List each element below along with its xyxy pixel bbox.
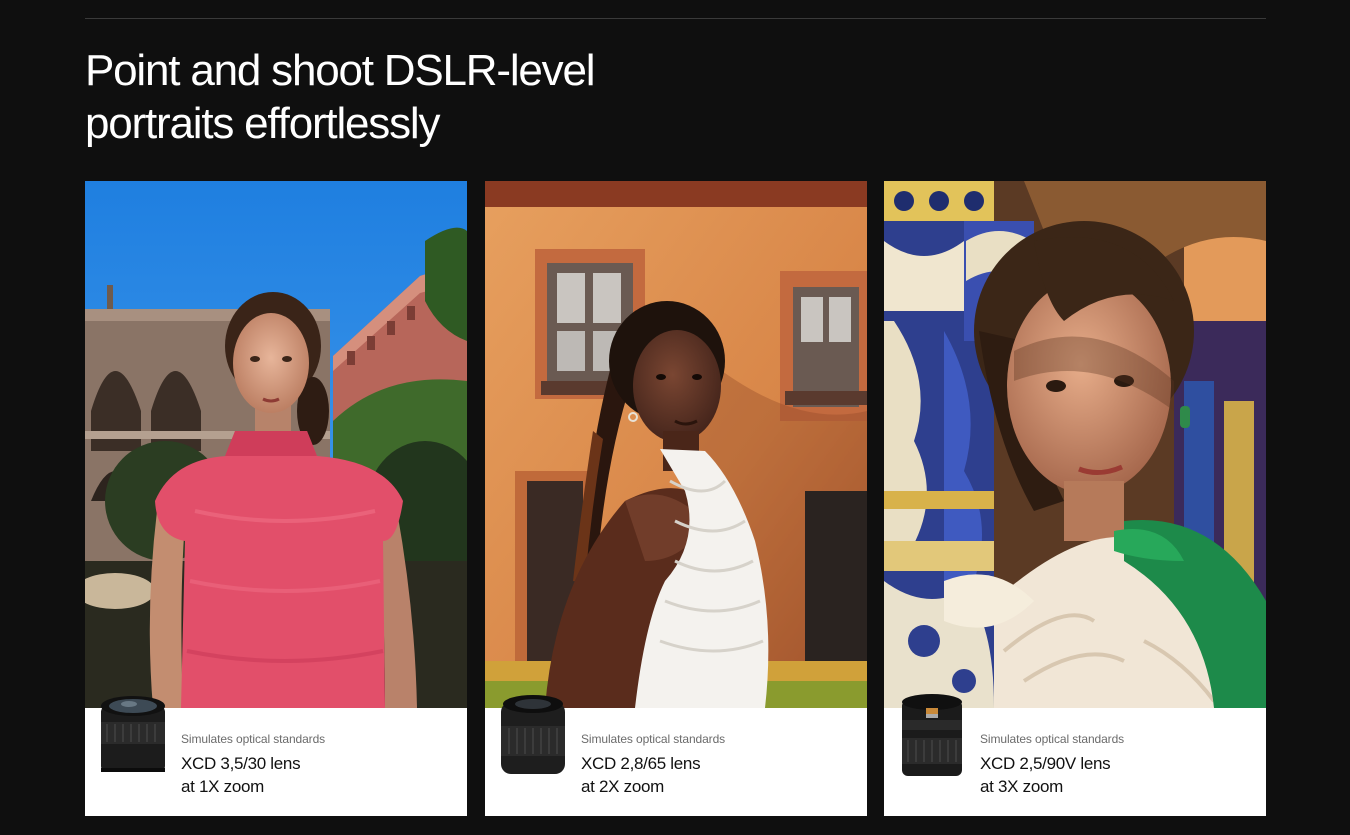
lens-name: XCD 2,8/65 lens xyxy=(581,754,701,773)
lens-caption-text: Simulates optical standards XCD 3,5/30 l… xyxy=(181,731,451,798)
portrait-photo-tiled-column xyxy=(884,181,1266,708)
lens-zoom: at 1X zoom xyxy=(181,777,264,796)
lens-name: XCD 2,5/90V lens xyxy=(980,754,1111,773)
portrait-cards: Simulates optical standards XCD 3,5/30 l… xyxy=(85,181,1266,816)
lens-caption: Simulates optical standards XCD 3,5/30 l… xyxy=(85,696,467,816)
lens-subtitle: Simulates optical standards xyxy=(181,732,326,746)
lens-name: XCD 3,5/30 lens xyxy=(181,754,301,773)
camera-lens-icon xyxy=(99,692,167,778)
lens-caption-text: Simulates optical standards XCD 2,5/90V … xyxy=(980,731,1250,798)
camera-lens-icon xyxy=(898,692,966,778)
section-headline: Point and shoot DSLR-level portraits eff… xyxy=(85,44,785,150)
portrait-card-3x: Simulates optical standards XCD 2,5/90V … xyxy=(884,181,1266,816)
portrait-photo-white-top xyxy=(485,181,867,708)
lens-caption-text: Simulates optical standards XCD 2,8/65 l… xyxy=(581,731,851,798)
lens-caption: Simulates optical standards XCD 2,8/65 l… xyxy=(485,695,867,816)
lens-caption: Simulates optical standards XCD 2,5/90V … xyxy=(884,694,1266,816)
lens-zoom: at 3X zoom xyxy=(980,777,1063,796)
lens-zoom: at 2X zoom xyxy=(581,777,664,796)
headline-line-1: Point and shoot DSLR-level xyxy=(85,46,596,95)
camera-lens-icon xyxy=(499,692,567,778)
portrait-card-1x: Simulates optical standards XCD 3,5/30 l… xyxy=(85,181,467,816)
portrait-card-2x: Simulates optical standards XCD 2,8/65 l… xyxy=(485,181,867,816)
portrait-photo-pink-sweater xyxy=(85,181,467,708)
headline-line-2: portraits effortlessly xyxy=(85,99,440,148)
lens-subtitle: Simulates optical standards xyxy=(581,732,726,746)
lens-subtitle: Simulates optical standards xyxy=(980,732,1125,746)
top-divider xyxy=(85,18,1266,19)
